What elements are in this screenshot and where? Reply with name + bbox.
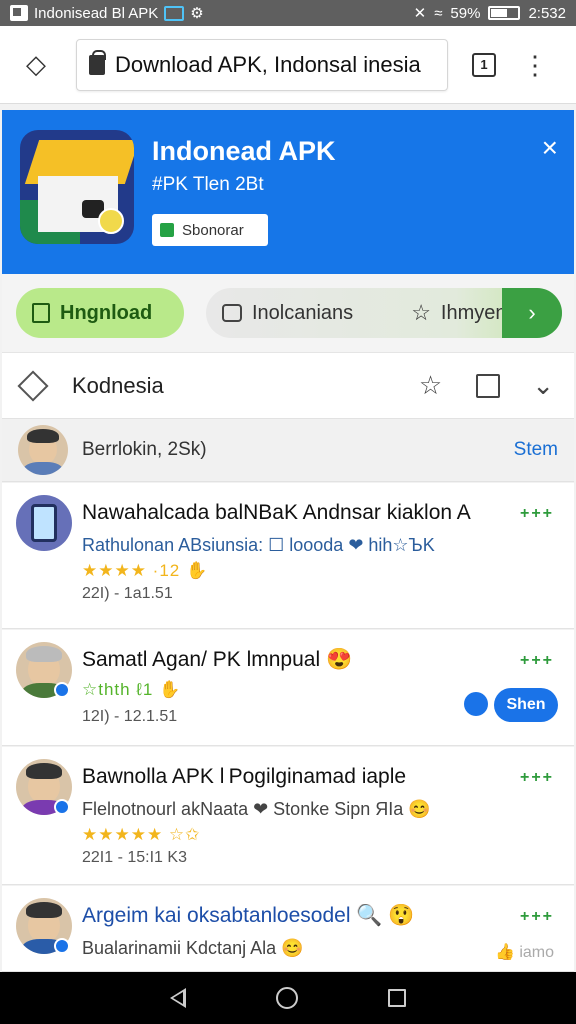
banner-button-icon — [160, 223, 174, 237]
app-logo-icon — [20, 130, 134, 244]
app-banner: Indonead APK #PK Tlen 2Bt Sbonorar × — [2, 110, 574, 274]
silent-icon: ✕ — [413, 5, 427, 22]
list-item-desc: Rathulonan ABsiunsia: ☐ loooda ❤ hih☆ЪK — [82, 535, 435, 555]
info-button[interactable]: Inolcanians ☆ Ihmyen › — [206, 288, 562, 338]
list-item[interactable]: Samatl Agan/ PK lmnpual 😍 ☆thth ℓ1 ✋ 12I… — [2, 630, 574, 746]
bookmark-icon[interactable] — [476, 373, 501, 398]
status-right: ✕ ≈ 59% 2:532 — [413, 4, 566, 23]
url-text: Download APK, Indonsal inesia — [115, 51, 421, 77]
download-label: Hngnload — [60, 301, 153, 324]
rating-stars: ★★★★ ·12 ✋ — [82, 561, 209, 580]
list-item-title: Samatl Agan/ PK lmnpual 😍 — [82, 648, 353, 671]
thumb-text: iamo — [519, 944, 554, 961]
verified-icon — [54, 799, 70, 815]
banner-title: Indonead APK — [152, 136, 336, 166]
filter-link[interactable]: Stem — [514, 439, 558, 461]
chevron-down-icon[interactable]: ⌄ — [532, 370, 554, 401]
browser-toolbar: ◇ Download APK, Indonsal inesia 1 ⋮ — [0, 26, 576, 104]
url-bar[interactable]: Download APK, Indonsal inesia — [76, 38, 448, 91]
chat-icon — [222, 304, 242, 322]
list-item[interactable]: Argeim kai oksabtanloesodel 🔍 😲 Bualarin… — [2, 886, 574, 972]
verified-icon — [54, 682, 70, 698]
status-app-title: Indonisead Bl APK — [34, 4, 159, 22]
section-header: Kodnesia ☆ ⌄ — [2, 352, 574, 418]
rate-label: Ihmyen — [440, 301, 507, 324]
action-row: Hngnload Inolcanians ☆ Ihmyen › — [2, 274, 574, 352]
list-item[interactable]: Bawnolla APK l Pogilginamad iaple Flelno… — [2, 747, 574, 885]
app-icon — [10, 5, 28, 21]
list-item-desc: Flelnotnourl akNaata ❤ Stonke Sipn ЯIa 😊 — [82, 799, 431, 819]
diamond-icon — [17, 369, 49, 402]
share-icon[interactable] — [464, 692, 488, 716]
more-icon[interactable]: +++ — [520, 505, 554, 523]
share-button[interactable]: Shen — [494, 688, 558, 722]
system-nav-bar — [0, 972, 576, 1024]
more-icon[interactable]: +++ — [520, 908, 554, 926]
list-item[interactable]: Nawahalcada balNBaK Andnsar kiaklon A Ra… — [2, 483, 574, 629]
status-left: Indonisead Bl APK ⚙ — [10, 4, 414, 22]
thumb-label[interactable]: 👍 iamo — [495, 942, 554, 962]
list-item-meta: 12I) - 12.1.51 — [82, 708, 178, 725]
close-icon[interactable]: × — [542, 134, 558, 162]
rating-stars: ★★★★★ ☆✩ — [82, 825, 201, 844]
home-icon[interactable] — [276, 987, 298, 1009]
download-icon — [32, 303, 50, 323]
info-label: Inolcanians — [252, 301, 354, 324]
list-item-meta: 22I) - 1a1.51 — [82, 585, 173, 602]
star-icon[interactable]: ☆ — [419, 370, 442, 401]
tv-icon — [164, 5, 185, 21]
filter-row: Berrlokin, 2Sk) Stem — [2, 418, 574, 482]
status-time: 2:532 — [528, 4, 566, 22]
list-item-title: Argeim kai oksabtanloesodel 🔍 😲 — [82, 904, 415, 927]
filter-text: Berrlokin, 2Sk) — [82, 439, 207, 460]
list-item-title: Bawnolla APK l Pogilginamad iaple — [82, 765, 407, 788]
more-icon[interactable]: +++ — [520, 652, 554, 670]
phone-icon — [16, 495, 72, 551]
download-button[interactable]: Hngnload — [16, 288, 184, 338]
back-icon[interactable] — [170, 988, 186, 1008]
battery-percent: 59% — [450, 4, 481, 22]
battery-icon — [488, 6, 521, 20]
chevron-right-icon[interactable]: › — [502, 288, 562, 338]
list-item-desc: Bualarinamii Kdctanj Ala 😊 — [82, 938, 304, 958]
banner-subtitle: #PK Tlen 2Bt — [152, 174, 264, 195]
avatar — [18, 425, 68, 475]
tabs-button[interactable]: 1 — [472, 52, 496, 77]
star-icon: ☆ — [411, 300, 431, 325]
overflow-menu-icon[interactable]: ⋮ — [522, 52, 548, 78]
banner-button-label: Sbonorar — [182, 221, 244, 239]
rating-stars: ☆thth ℓ1 ✋ — [82, 680, 182, 699]
more-icon[interactable]: +++ — [520, 769, 554, 787]
section-title: Kodnesia — [72, 372, 164, 398]
diamond-icon[interactable]: ◇ — [14, 43, 58, 87]
status-bar: Indonisead Bl APK ⚙ ✕ ≈ 59% 2:532 — [0, 0, 576, 26]
list-item-meta: 22I1 - 15:I1 K3 — [82, 849, 187, 866]
data-icon: ⚙ — [190, 5, 204, 22]
verified-icon — [54, 938, 70, 954]
wifi-icon: ≈ — [434, 4, 443, 22]
list-item-title: Nawahalcada balNBaK Andnsar kiaklon A — [82, 501, 471, 524]
lock-icon — [89, 49, 106, 75]
recents-icon[interactable] — [388, 989, 406, 1007]
banner-button[interactable]: Sbonorar — [152, 214, 268, 246]
